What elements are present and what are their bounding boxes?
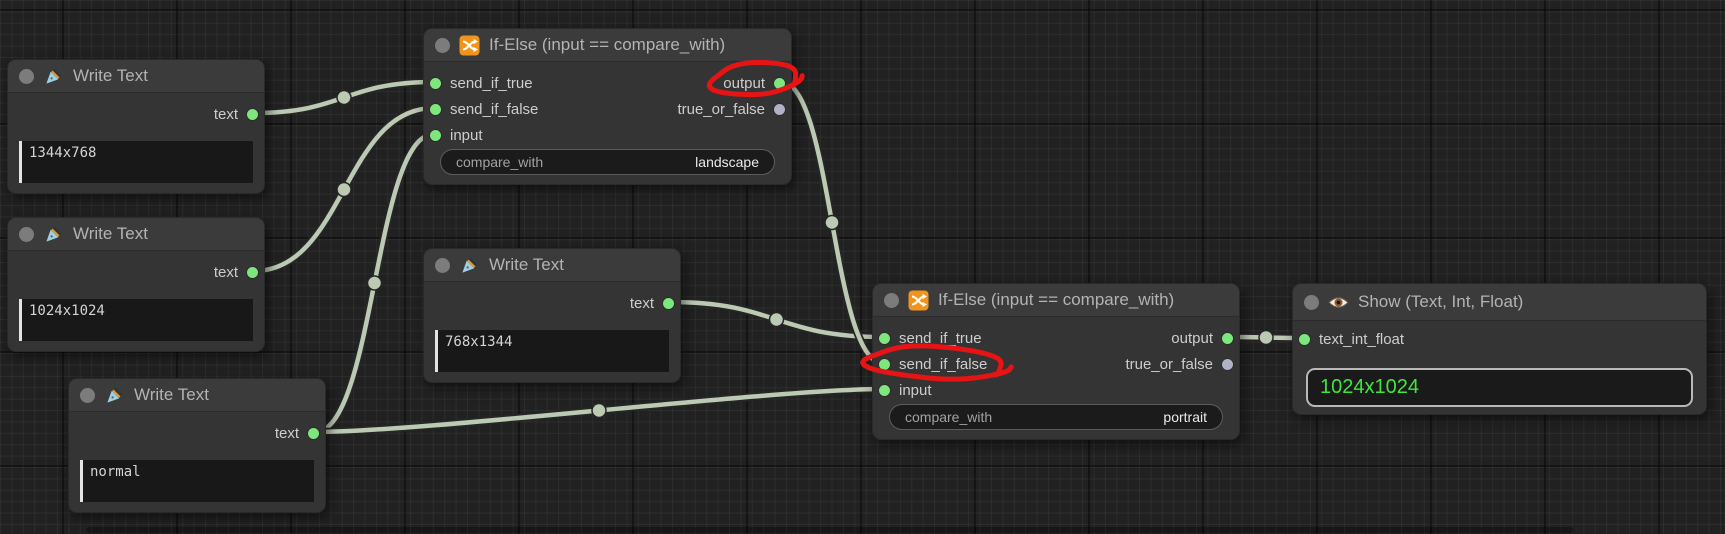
node-title: Show (Text, Int, Float): [1358, 292, 1523, 312]
input-port-dot[interactable]: [429, 77, 442, 90]
node-title: If-Else (input == compare_with): [489, 35, 725, 55]
output-port-dot[interactable]: [246, 108, 259, 121]
output-port-text[interactable]: text: [214, 104, 259, 124]
text-value-area[interactable]: 1344x768: [19, 141, 253, 183]
port-label: text: [275, 425, 299, 442]
shuffle-icon: [459, 35, 480, 56]
output-port-output[interactable]: output: [723, 73, 786, 93]
collapse-dot[interactable]: [80, 388, 95, 403]
port-label: true_or_false: [677, 101, 765, 118]
node-title-bar[interactable]: Show (Text, Int, Float): [1293, 284, 1706, 321]
port-label: send_if_false: [899, 356, 987, 373]
widget-name: compare_with: [456, 154, 543, 170]
fountain-pen-icon: [43, 224, 64, 245]
node-title: Write Text: [134, 385, 209, 405]
port-label: text: [630, 295, 654, 312]
output-port-dot[interactable]: [307, 427, 320, 440]
output-port-dot[interactable]: [246, 266, 259, 279]
port-label: text: [214, 264, 238, 281]
text-value-area[interactable]: 768x1344: [435, 330, 669, 372]
port-label: input: [450, 127, 483, 144]
input-port-send-if-false[interactable]: send_if_false: [878, 354, 987, 374]
output-port-output[interactable]: output: [1171, 328, 1234, 348]
input-port-input[interactable]: input: [878, 380, 932, 400]
node-title: If-Else (input == compare_with): [938, 290, 1174, 310]
horizontal-scrollbar[interactable]: [86, 527, 1574, 533]
widget-value: portrait: [1163, 409, 1207, 425]
output-port-true-or-false[interactable]: true_or_false: [1125, 354, 1234, 374]
output-port-dot[interactable]: [1221, 332, 1234, 345]
port-label: text: [214, 106, 238, 123]
output-port-dot[interactable]: [773, 77, 786, 90]
widget-value: landscape: [695, 154, 759, 170]
node-if-else-1[interactable]: If-Else (input == compare_with) send_if_…: [423, 28, 792, 185]
node-title-bar[interactable]: Write Text: [69, 379, 325, 412]
node-title-bar[interactable]: Write Text: [8, 60, 264, 93]
node-title-bar[interactable]: If-Else (input == compare_with): [424, 29, 791, 62]
output-port-dot[interactable]: [773, 103, 786, 116]
node-title-bar[interactable]: If-Else (input == compare_with): [873, 284, 1239, 317]
input-port-dot[interactable]: [429, 103, 442, 116]
widget-name: compare_with: [905, 409, 992, 425]
output-port-text[interactable]: text: [630, 293, 675, 313]
node-write-text-2[interactable]: Write Text text 1024x1024: [7, 217, 265, 352]
compare-with-widget[interactable]: compare_with portrait: [889, 404, 1223, 430]
port-label: send_if_false: [450, 101, 538, 118]
show-value-display: 1024x1024: [1306, 368, 1693, 407]
node-if-else-2[interactable]: If-Else (input == compare_with) send_if_…: [872, 283, 1240, 440]
output-port-dot[interactable]: [1221, 358, 1234, 371]
text-value-area[interactable]: 1024x1024: [19, 299, 253, 341]
port-label: input: [899, 382, 932, 399]
input-port-dot[interactable]: [1298, 333, 1311, 346]
node-write-text-1[interactable]: Write Text text 1344x768: [7, 59, 265, 194]
output-port-text[interactable]: text: [275, 423, 320, 443]
output-port-true-or-false[interactable]: true_or_false: [677, 99, 786, 119]
shuffle-icon: [908, 290, 929, 311]
port-label: text_int_float: [1319, 331, 1404, 348]
node-title: Write Text: [73, 224, 148, 244]
node-write-text-3[interactable]: Write Text text normal: [68, 378, 326, 513]
input-port-dot[interactable]: [878, 358, 891, 371]
input-port-send-if-true[interactable]: send_if_true: [429, 73, 533, 93]
input-port-send-if-false[interactable]: send_if_false: [429, 99, 538, 119]
port-label: send_if_true: [899, 330, 982, 347]
input-port-dot[interactable]: [878, 384, 891, 397]
node-graph-editor: Write Text text 1344x768 Write Text text: [0, 0, 1725, 534]
fountain-pen-icon: [104, 385, 125, 406]
input-port-input[interactable]: input: [429, 125, 483, 145]
collapse-dot[interactable]: [435, 38, 450, 53]
node-title: Write Text: [489, 255, 564, 275]
eye-icon: [1328, 292, 1349, 313]
node-title: Write Text: [73, 66, 148, 86]
collapse-dot[interactable]: [19, 227, 34, 242]
collapse-dot[interactable]: [1304, 295, 1319, 310]
node-title-bar[interactable]: Write Text: [424, 249, 680, 282]
input-port-send-if-true[interactable]: send_if_true: [878, 328, 982, 348]
port-label: send_if_true: [450, 75, 533, 92]
output-port-dot[interactable]: [662, 297, 675, 310]
port-label: true_or_false: [1125, 356, 1213, 373]
input-port-text-int-float[interactable]: text_int_float: [1298, 329, 1404, 349]
node-show[interactable]: Show (Text, Int, Float) text_int_float 1…: [1292, 283, 1707, 415]
text-value-area[interactable]: normal: [80, 460, 314, 502]
input-port-dot[interactable]: [429, 129, 442, 142]
node-title-bar[interactable]: Write Text: [8, 218, 264, 251]
input-port-dot[interactable]: [878, 332, 891, 345]
output-port-text[interactable]: text: [214, 262, 259, 282]
compare-with-widget[interactable]: compare_with landscape: [440, 149, 775, 175]
port-label: output: [1171, 330, 1213, 347]
node-write-text-4[interactable]: Write Text text 768x1344: [423, 248, 681, 383]
fountain-pen-icon: [43, 66, 64, 87]
collapse-dot[interactable]: [884, 293, 899, 308]
collapse-dot[interactable]: [19, 69, 34, 84]
fountain-pen-icon: [459, 255, 480, 276]
port-label: output: [723, 75, 765, 92]
collapse-dot[interactable]: [435, 258, 450, 273]
